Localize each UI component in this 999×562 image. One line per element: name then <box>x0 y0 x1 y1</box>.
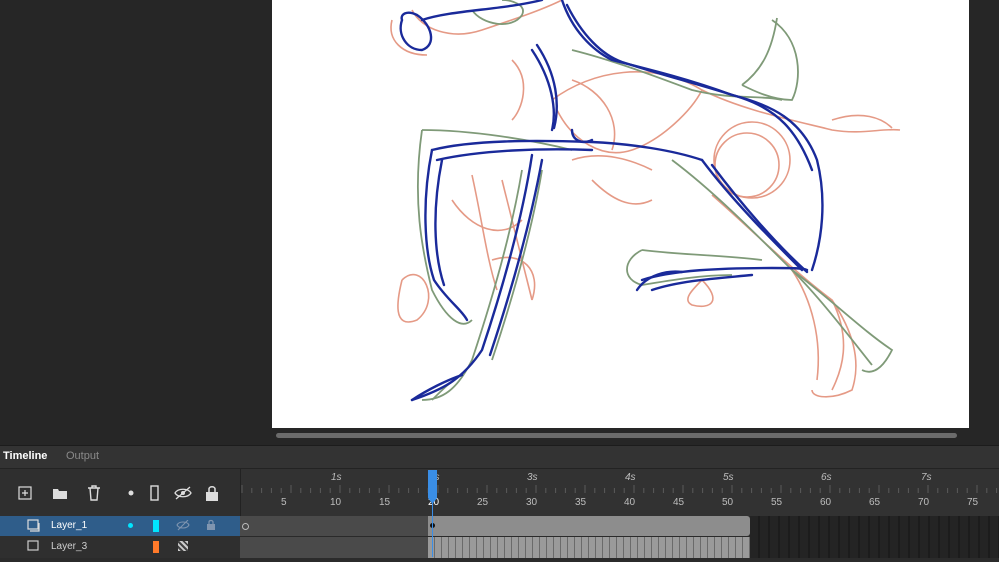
frame-span-layer-3-a[interactable] <box>240 537 428 558</box>
frame-number: 50 <box>722 497 734 508</box>
outline-icon[interactable] <box>145 483 165 503</box>
keyframe-empty[interactable] <box>242 523 249 530</box>
stage-area <box>0 0 999 445</box>
second-label: 1s <box>331 472 342 483</box>
frame-number: 45 <box>673 497 685 508</box>
dot-icon[interactable] <box>121 483 141 503</box>
active-dot-icon <box>128 523 133 528</box>
lock-icon[interactable] <box>206 519 216 534</box>
second-label: 3s <box>527 472 538 483</box>
empty-frames <box>750 516 999 558</box>
frame-area[interactable] <box>240 516 999 558</box>
frame-number: 15 <box>379 497 391 508</box>
tab-timeline[interactable]: Timeline <box>3 450 47 462</box>
salmon-sketch-layer <box>390 0 901 398</box>
add-layer-icon[interactable] <box>15 483 35 503</box>
second-label: 4s <box>625 472 636 483</box>
outline-mode-icon[interactable] <box>178 541 188 551</box>
layer-toolbar <box>0 469 240 517</box>
frame-number: 75 <box>967 497 979 508</box>
tab-output[interactable]: Output <box>66 450 99 462</box>
layer-list: Layer_1 Layer_3 <box>0 516 240 558</box>
panel-tabs: Timeline Output <box>0 446 999 469</box>
layer-icon <box>27 519 40 535</box>
frame-number: 40 <box>624 497 636 508</box>
trash-icon[interactable] <box>84 483 104 503</box>
layer-color-swatch[interactable] <box>153 541 159 553</box>
horse-sketch <box>390 0 901 402</box>
second-label: 5s <box>723 472 734 483</box>
frame-span-layer-1-a[interactable] <box>240 516 428 536</box>
frame-number: 10 <box>330 497 342 508</box>
frame-number: 30 <box>526 497 538 508</box>
drawing-canvas[interactable] <box>272 0 969 428</box>
layer-name: Layer_3 <box>51 541 88 552</box>
frame-number: 55 <box>771 497 783 508</box>
eye-off-icon[interactable] <box>176 519 190 534</box>
second-label: 6s <box>821 472 832 483</box>
timeline-ruler[interactable]: 1s 2s 3s 4s 5s 6s 7s 5 10 15 20 25 30 35… <box>240 469 999 517</box>
playhead[interactable] <box>428 470 437 557</box>
frame-number: 5 <box>281 497 287 508</box>
eye-off-icon[interactable] <box>173 483 193 503</box>
layer-row-layer-3[interactable]: Layer_3 <box>0 537 240 557</box>
second-label: 7s <box>921 472 932 483</box>
timeline-panel: Timeline Output 1s 2s 3s 4s <box>0 445 999 558</box>
green-sketch-layer <box>416 0 894 401</box>
layer-row-layer-1[interactable]: Layer_1 <box>0 516 240 536</box>
frame-span-layer-3-b[interactable] <box>428 537 750 558</box>
frame-number: 65 <box>869 497 881 508</box>
folder-icon[interactable] <box>50 483 70 503</box>
ruler-ticks <box>241 485 998 493</box>
horizontal-scrollbar[interactable] <box>276 433 957 438</box>
layer-icon <box>27 540 40 556</box>
navy-sketch-layer <box>399 0 824 402</box>
frame-number: 60 <box>820 497 832 508</box>
layer-color-swatch[interactable] <box>153 520 159 532</box>
frame-number: 70 <box>918 497 930 508</box>
layer-name: Layer_1 <box>51 520 88 531</box>
frame-number: 25 <box>477 497 489 508</box>
lock-icon[interactable] <box>202 483 222 503</box>
frame-number: 35 <box>575 497 587 508</box>
frame-span-layer-1-b[interactable] <box>428 516 750 536</box>
